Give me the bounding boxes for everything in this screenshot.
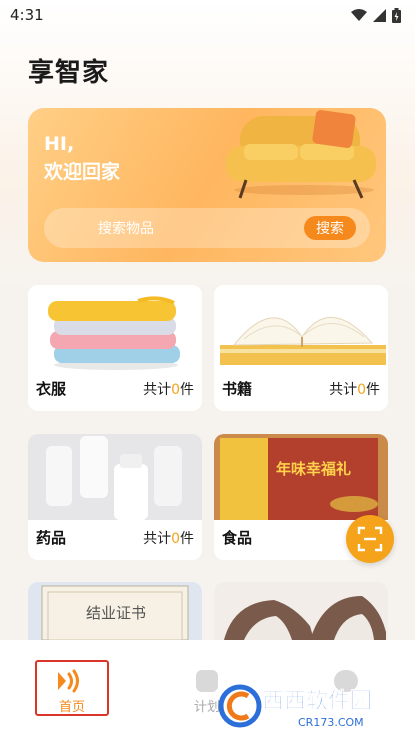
category-card-shoes[interactable] — [214, 582, 388, 640]
shoes-image — [214, 582, 388, 640]
watermark-text: 西西软件园 — [262, 688, 372, 714]
clothes-image — [28, 285, 202, 371]
nav-home-label: 首页 — [58, 700, 85, 715]
food-box-text: 年味幸福礼 — [276, 460, 351, 478]
card-title: 药品 — [36, 529, 67, 547]
item-count: 共计0件 — [329, 382, 380, 398]
card-title: 书籍 — [222, 380, 253, 398]
item-count: 共计0件 — [143, 382, 194, 398]
nav-home[interactable]: 首页 — [35, 660, 109, 716]
greeting-line2: 欢迎回家 — [44, 161, 121, 183]
status-time: 4:31 — [10, 6, 44, 24]
category-card-books[interactable]: 书籍 共计0件 — [214, 285, 388, 411]
greeting-line1: HI, — [44, 133, 75, 155]
food-image: 年味幸福礼 — [214, 434, 388, 520]
status-bar: 4:31 — [0, 0, 415, 30]
card-title: 食品 — [222, 529, 253, 547]
home-signal-icon — [58, 669, 79, 693]
welcome-banner: HI, 欢迎回家 搜索物品 搜索 — [28, 108, 386, 262]
category-card-clothes[interactable]: 衣服 共计0件 — [28, 285, 202, 411]
battery-icon — [392, 7, 401, 23]
search-button[interactable]: 搜索 — [304, 216, 356, 240]
greeting: HI, 欢迎回家 — [44, 130, 120, 186]
sofa-illustration — [226, 110, 376, 199]
certificate-text: 结业证书 — [86, 604, 146, 622]
books-image — [214, 285, 388, 371]
search-input[interactable]: 搜索物品 — [98, 218, 154, 238]
card-title: 衣服 — [36, 380, 67, 398]
signal-icon — [373, 8, 386, 22]
status-icons — [351, 7, 401, 23]
watermark-logo: 西西软件园 CR173.COM — [218, 684, 372, 729]
certificate-image: 结业证书 — [28, 582, 202, 640]
medicine-image — [28, 434, 202, 520]
plan-icon — [196, 670, 218, 692]
scan-button[interactable] — [346, 515, 394, 563]
wifi-icon — [351, 8, 367, 21]
category-card-medicine[interactable]: 药品 共计0件 — [28, 434, 202, 560]
nav-plan-label: 计划 — [194, 700, 221, 715]
scan-icon — [357, 526, 383, 552]
watermark-url: CR173.COM — [298, 716, 364, 729]
item-count: 共计0件 — [143, 531, 194, 547]
app-title: 享智家 — [28, 58, 110, 88]
category-card-certificate[interactable]: 结业证书 — [28, 582, 202, 640]
search-bar[interactable]: 搜索物品 搜索 — [44, 208, 370, 248]
